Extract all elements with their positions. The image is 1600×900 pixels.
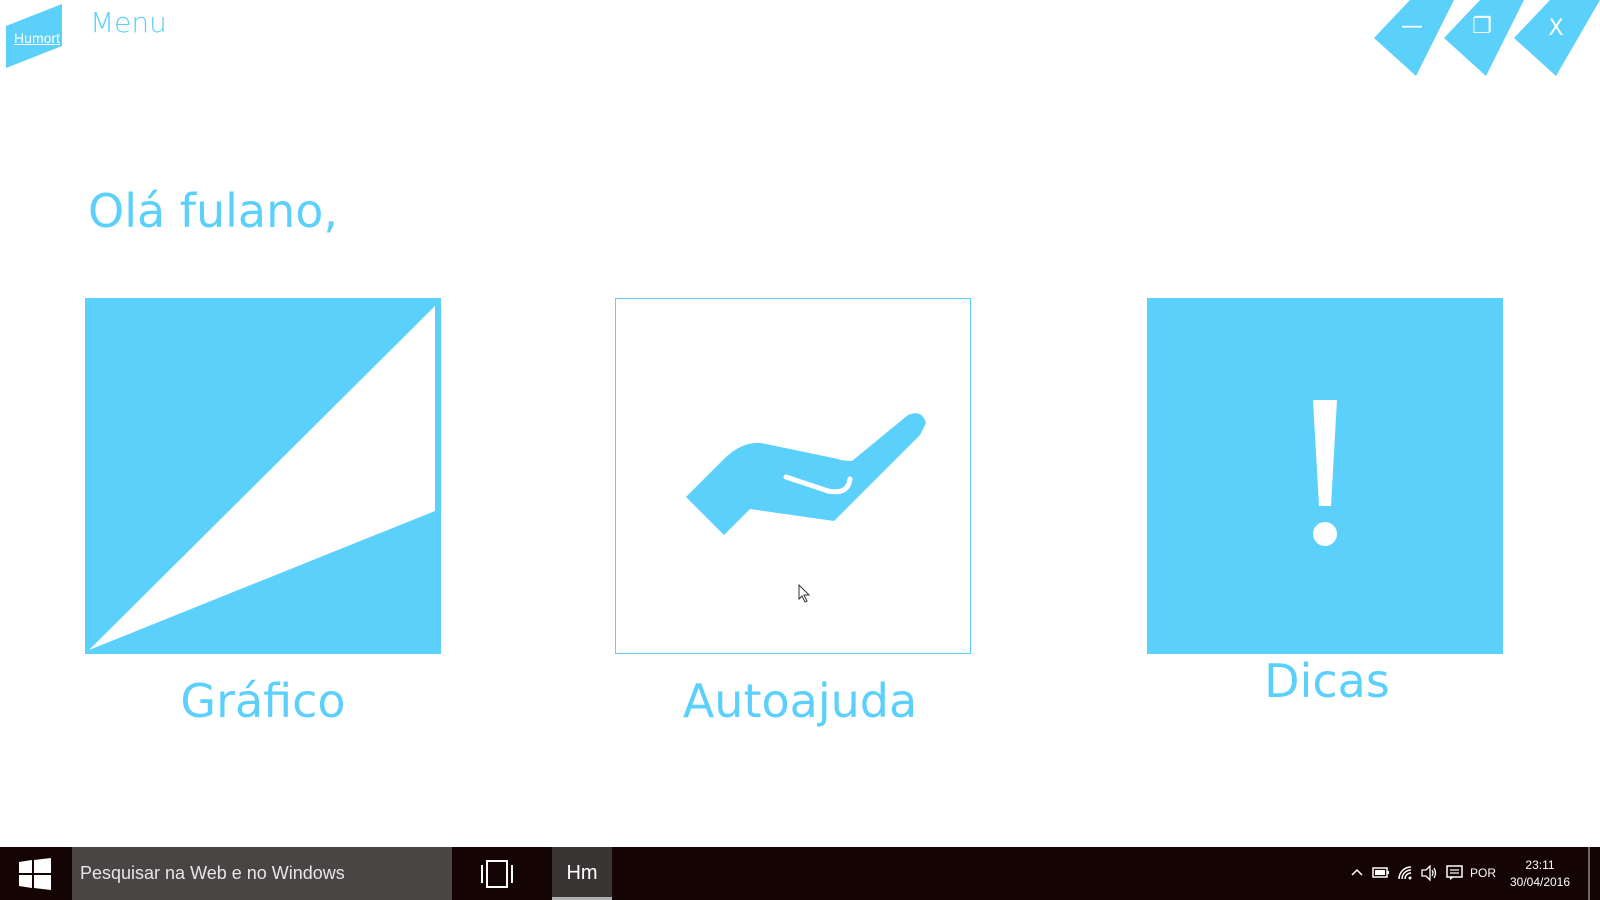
dicas-label[interactable]: Dicas xyxy=(1147,654,1507,708)
close-button[interactable]: X xyxy=(1514,0,1600,80)
autoajuda-label[interactable]: Autoajuda xyxy=(620,674,980,728)
language-indicator[interactable]: POR xyxy=(1470,847,1496,900)
speaker-icon xyxy=(1421,865,1437,881)
windows-logo-icon xyxy=(19,858,51,890)
grafico-label[interactable]: Gráfico xyxy=(83,674,443,728)
exclamation-icon xyxy=(1313,400,1337,546)
close-icon: X xyxy=(1548,16,1564,41)
chevron-up-icon xyxy=(1351,868,1363,876)
taskbar-search-input[interactable]: Pesquisar na Web e no Windows xyxy=(72,847,452,900)
taskbar-app-button[interactable]: Hm xyxy=(552,847,612,900)
dicas-tile[interactable] xyxy=(1147,298,1503,654)
mouse-cursor-icon xyxy=(798,584,811,603)
start-button[interactable] xyxy=(0,847,70,900)
network-button[interactable] xyxy=(1397,847,1417,900)
chart-icon xyxy=(89,306,435,650)
volume-button[interactable] xyxy=(1421,847,1441,900)
minimize-diamond-icon xyxy=(1374,0,1454,76)
battery-button[interactable] xyxy=(1372,847,1392,900)
app-logo: Humort xyxy=(6,4,62,68)
tray-overflow-button[interactable] xyxy=(1350,847,1366,900)
battery-icon xyxy=(1372,867,1389,878)
page-title: Menu xyxy=(90,6,167,39)
clock-time: 23:11 xyxy=(1525,858,1555,872)
show-desktop-button[interactable] xyxy=(1588,847,1590,900)
taskbar: Pesquisar na Web e no Windows Hm POR 23:… xyxy=(0,847,1600,900)
clock[interactable]: 23:11 30/04/2016 xyxy=(1508,857,1572,891)
app-window: Humort Menu — ❐ X Olá fulano, Gráfico Au… xyxy=(0,0,1600,847)
clock-date: 30/04/2016 xyxy=(1509,875,1571,889)
minimize-icon: — xyxy=(1401,14,1423,39)
grafico-tile[interactable] xyxy=(85,298,441,654)
maximize-diamond-icon xyxy=(1444,0,1524,76)
task-view-button[interactable] xyxy=(470,847,522,900)
notification-icon xyxy=(1446,865,1463,880)
hand-icon xyxy=(686,413,926,535)
maximize-button[interactable]: ❐ xyxy=(1444,0,1524,80)
logo-text: Humort xyxy=(14,30,60,46)
autoajuda-tile[interactable] xyxy=(615,298,971,654)
restore-icon: ❐ xyxy=(1472,14,1492,39)
minimize-button[interactable]: — xyxy=(1374,0,1454,80)
wifi-icon xyxy=(1398,866,1412,880)
action-center-button[interactable] xyxy=(1446,847,1466,900)
greeting-text: Olá fulano, xyxy=(88,184,339,238)
task-view-icon xyxy=(481,860,513,888)
